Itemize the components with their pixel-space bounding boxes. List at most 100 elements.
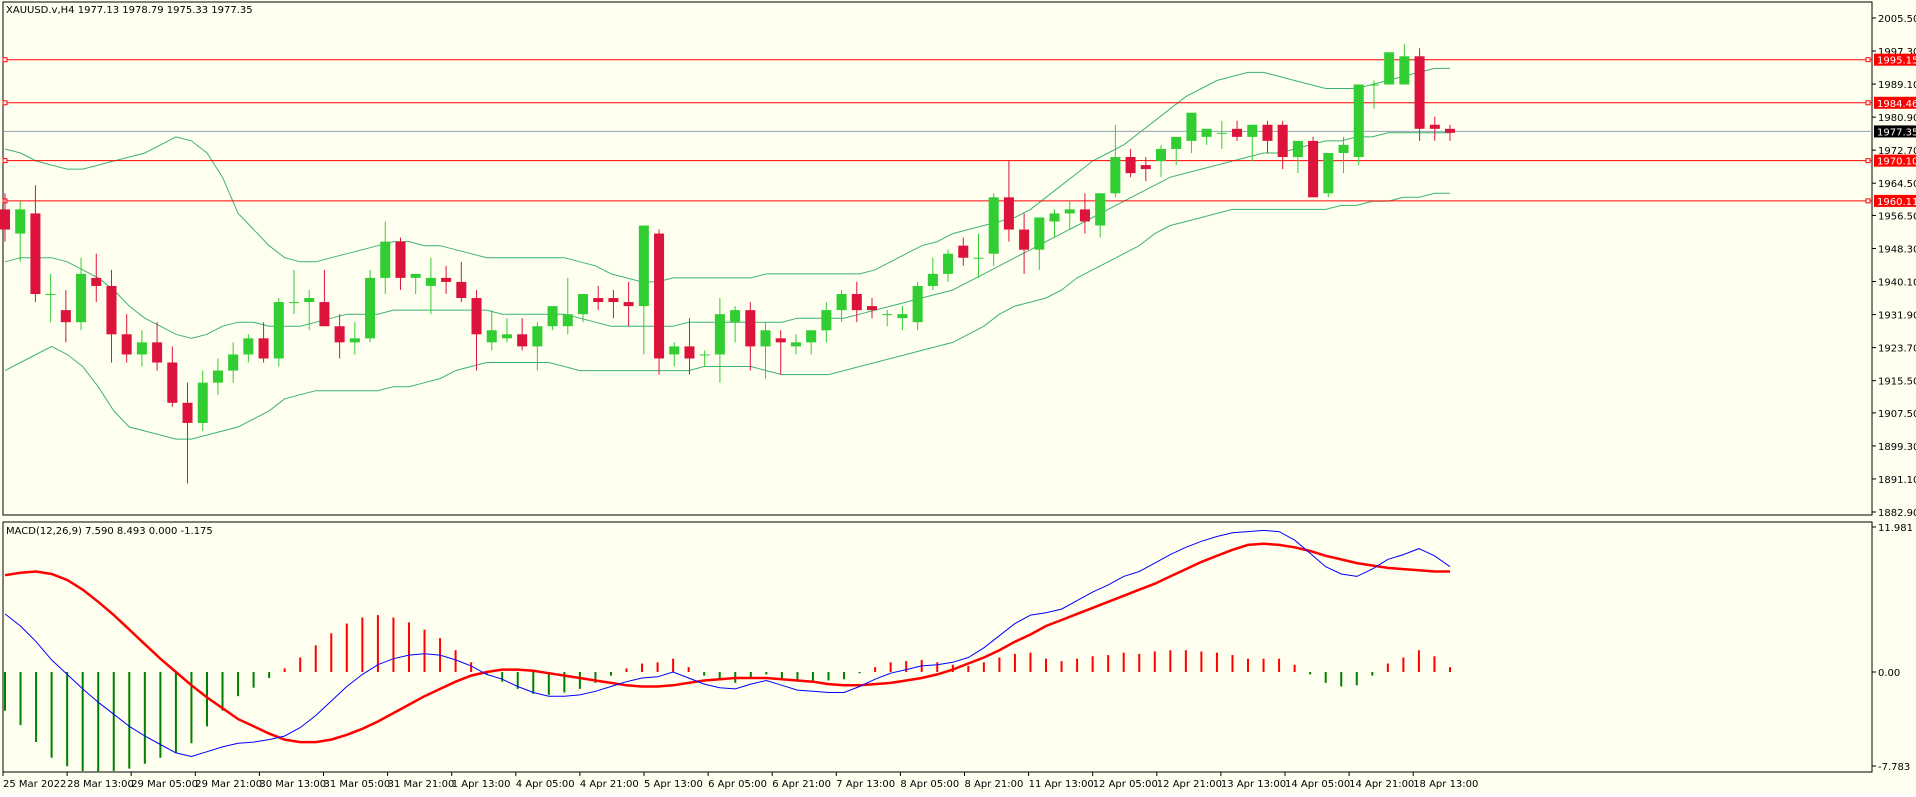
candle-body xyxy=(532,326,543,347)
chart-svg: 2005.501997.301989.101980.901972.701964.… xyxy=(0,0,1916,793)
x-tick-label: 14 Apr 21:00 xyxy=(1349,779,1414,790)
candle-body xyxy=(577,294,589,315)
candle-body xyxy=(943,253,954,274)
x-tick-label: 12 Apr 21:00 xyxy=(1157,779,1222,790)
candle-body xyxy=(1292,140,1303,158)
candle-body xyxy=(821,310,832,331)
candle-body xyxy=(182,402,193,423)
candle-body xyxy=(1399,56,1410,85)
candle-body xyxy=(1323,152,1334,194)
candle-body xyxy=(1125,157,1136,174)
candle-body xyxy=(988,197,999,254)
level-handle-left[interactable] xyxy=(2,57,8,63)
candle-body xyxy=(1110,157,1121,194)
candle-body xyxy=(623,302,634,307)
candle-body xyxy=(806,330,817,343)
candle-body xyxy=(1034,217,1045,250)
level-handle-right[interactable] xyxy=(1865,100,1871,106)
trading-chart[interactable]: 2005.50 1997.30 1989.10 1980.90 1972.70 1964.… xyxy=(0,0,1916,793)
candle-body xyxy=(851,294,862,311)
candle-body xyxy=(1384,52,1395,85)
macd-tick-label: -7.783 xyxy=(1878,762,1910,773)
candle-body xyxy=(1095,193,1106,226)
level-handle-right[interactable] xyxy=(1865,57,1871,63)
x-tick-label: 29 Mar 05:00 xyxy=(131,779,198,790)
current-price-label: 1977.35 xyxy=(1877,127,1916,138)
candle-body xyxy=(699,354,710,356)
macd-header: MACD(12,26,9) 7.590 8.493 0.000 -1.175 xyxy=(6,526,213,537)
candle-body xyxy=(212,370,223,383)
y-tick-label: 1899.30 xyxy=(1878,442,1916,453)
candle-body xyxy=(136,342,147,355)
candle-body xyxy=(1262,124,1273,141)
candle-body xyxy=(319,302,330,327)
y-tick-label: 1948.30 xyxy=(1878,244,1916,255)
candle-body xyxy=(684,346,695,359)
candle-body xyxy=(121,334,132,355)
candle-body xyxy=(1247,124,1258,137)
candle-body xyxy=(197,382,208,423)
candle-body xyxy=(1155,148,1167,162)
candle-body xyxy=(866,306,878,311)
level-handle-left[interactable] xyxy=(2,158,8,164)
x-tick-label: 6 Apr 05:00 xyxy=(708,779,767,790)
candle-body xyxy=(1140,165,1151,170)
candle-body xyxy=(425,277,436,286)
candle-body xyxy=(1429,124,1440,129)
price-level-label: 1995.15 xyxy=(1877,56,1916,67)
level-handle-right[interactable] xyxy=(1865,158,1871,164)
candle-body xyxy=(334,326,345,343)
candle-body xyxy=(288,302,300,304)
candle-body xyxy=(106,285,117,335)
x-tick-label: 13 Apr 13:00 xyxy=(1221,779,1286,790)
candle-body xyxy=(882,314,893,316)
candle-body xyxy=(152,342,163,363)
candle-body xyxy=(638,225,649,307)
candle-body xyxy=(1049,213,1060,222)
candle-body xyxy=(927,273,938,286)
y-tick-label: 2005.50 xyxy=(1878,14,1916,25)
candle-body xyxy=(1003,197,1014,230)
x-tick-label: 12 Apr 05:00 xyxy=(1093,779,1158,790)
y-tick-label: 1964.50 xyxy=(1878,179,1916,190)
level-handle-left[interactable] xyxy=(2,100,8,106)
candle-body xyxy=(60,310,71,323)
candle-body xyxy=(30,213,41,295)
y-tick-label: 1980.90 xyxy=(1878,113,1916,124)
candle-body xyxy=(608,298,619,303)
x-tick-label: 8 Apr 05:00 xyxy=(900,779,959,790)
candle-body xyxy=(486,330,497,343)
candle-body xyxy=(45,294,56,296)
candle-body xyxy=(973,257,984,259)
candle-body xyxy=(304,298,315,303)
candle-body xyxy=(730,310,741,323)
y-tick-label: 1915.50 xyxy=(1878,377,1916,388)
candle-body xyxy=(547,306,558,327)
level-handle-right[interactable] xyxy=(1865,198,1871,204)
chart-background xyxy=(0,0,1916,793)
candle-body xyxy=(471,298,482,335)
candle-body xyxy=(760,330,771,347)
candle-body xyxy=(912,285,923,323)
candle-body xyxy=(1216,132,1227,134)
y-tick-label: 1989.10 xyxy=(1878,80,1916,91)
candle-body xyxy=(91,277,102,286)
y-tick-label: 1882.90 xyxy=(1878,508,1916,519)
y-tick-label: 1923.70 xyxy=(1878,344,1916,355)
x-tick-label: 25 Mar 2022 xyxy=(3,779,66,790)
candle-body xyxy=(15,209,26,234)
x-tick-label: 8 Apr 21:00 xyxy=(965,779,1024,790)
candle-body xyxy=(1201,128,1212,137)
candle-body xyxy=(836,294,847,311)
candle-body xyxy=(380,241,391,278)
y-tick-label: 1891.10 xyxy=(1878,475,1916,486)
candle-body xyxy=(456,281,467,299)
candle-body xyxy=(1186,112,1197,141)
y-tick-label: 1956.50 xyxy=(1878,211,1916,222)
candle-body xyxy=(1368,84,1379,86)
candle-body xyxy=(1353,84,1364,158)
candle-body xyxy=(897,314,908,319)
candle-body xyxy=(365,277,376,339)
x-tick-label: 1 Apr 13:00 xyxy=(452,779,511,790)
candle-body xyxy=(243,338,254,355)
